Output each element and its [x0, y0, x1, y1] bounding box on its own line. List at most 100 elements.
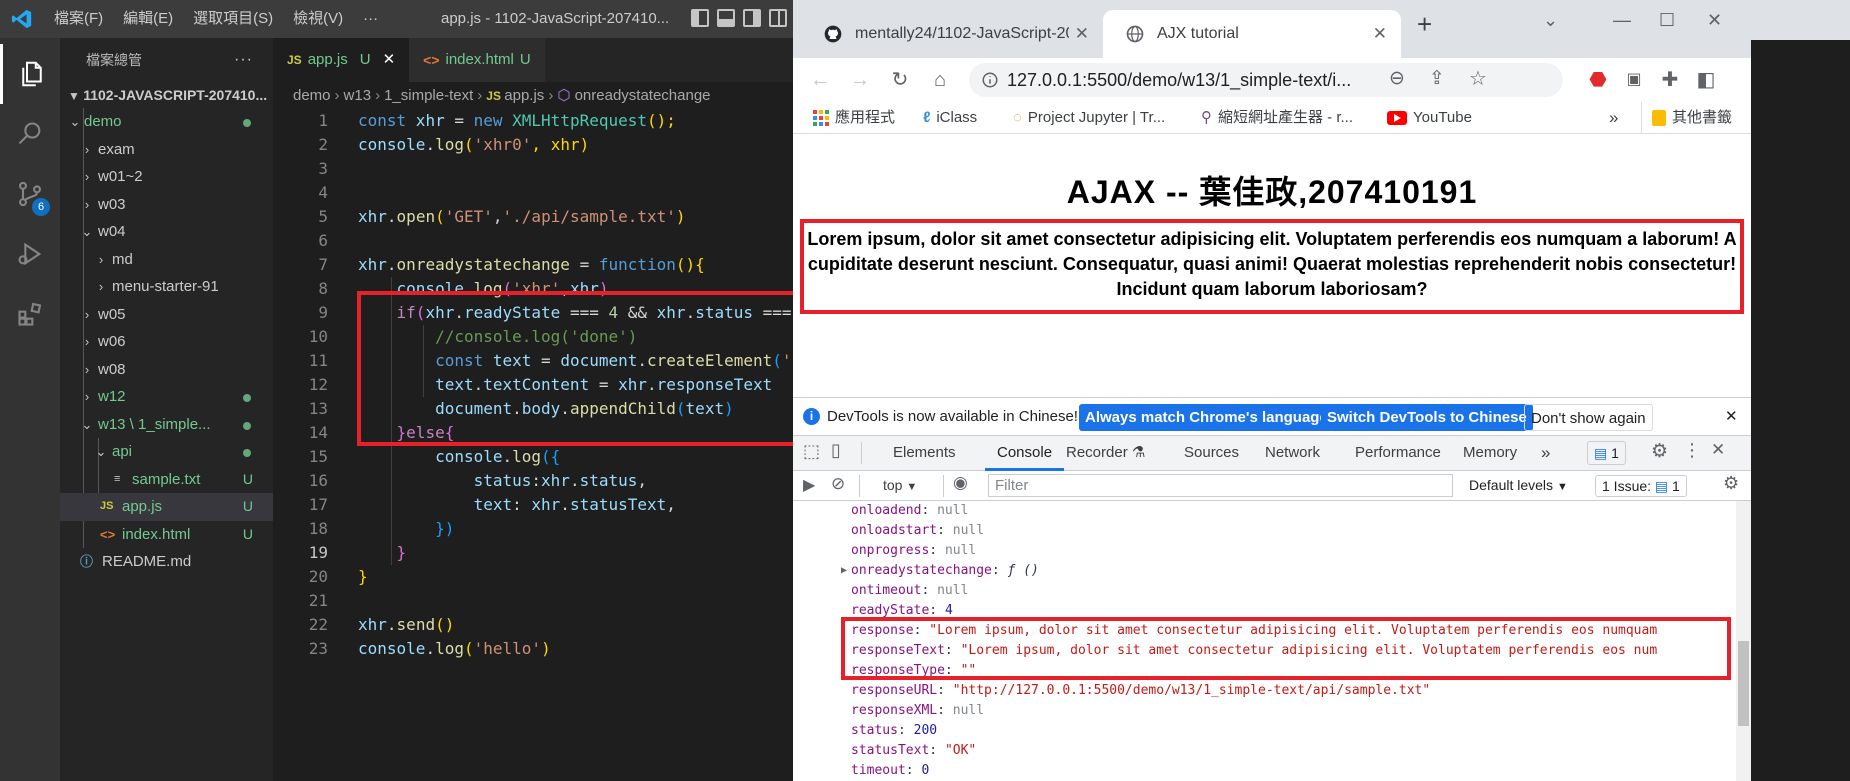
devtools-tab-console[interactable]: Console — [985, 436, 1065, 471]
bookmark-jupyter[interactable]: ◌ Project Jupyter | Tr... — [1013, 102, 1165, 134]
code-line[interactable]: 5 xhr.open('GET','./api/sample.txt') — [273, 205, 793, 229]
console-property-row[interactable]: timeout: 0 — [851, 761, 929, 781]
search-icon[interactable] — [0, 104, 60, 164]
menu-more[interactable]: ··· — [353, 0, 388, 38]
switch-to-chinese-button[interactable]: Switch DevTools to Chinese — [1321, 404, 1533, 431]
device-toolbar-icon[interactable]: ▯ — [831, 440, 841, 461]
bookmark-star-icon[interactable]: ☆ — [1469, 66, 1487, 91]
tree-file-app-js[interactable]: JS app.js U — [60, 493, 273, 521]
console-property-row[interactable]: onloadend: null — [851, 501, 968, 521]
expand-triangle-icon[interactable]: ▶ — [841, 561, 847, 581]
code-line[interactable]: 3 — [273, 157, 793, 181]
console-property-row[interactable]: onloadstart: null — [851, 521, 984, 541]
code-line[interactable]: 7 xhr.onreadystatechange = function(){ — [273, 253, 793, 277]
tab-app-js[interactable]: JS app.js U ✕ — [273, 38, 410, 82]
kebab-menu-icon[interactable]: ⋮ — [1683, 440, 1701, 461]
bookmark-url-shortener[interactable]: ⚲ 縮短網址產生器 - r... — [1201, 102, 1353, 134]
sidebar-toggle-icon[interactable]: ▶ — [803, 475, 815, 495]
dont-show-again-button[interactable]: Don't show again — [1524, 404, 1653, 431]
code-line[interactable]: 6 — [273, 229, 793, 253]
tree-file-index-html[interactable]: <> index.html U — [60, 521, 273, 549]
explorer-icon[interactable] — [0, 44, 60, 104]
devtools-tab-memory[interactable]: Memory — [1463, 436, 1517, 470]
console-property-row[interactable]: onprogress: null — [851, 541, 976, 561]
customize-layout-icon[interactable] — [769, 9, 787, 27]
tree-folder-w12[interactable]: › w12 — [60, 383, 273, 411]
console-property-row[interactable]: status: 200 — [851, 721, 937, 741]
close-devtools-icon[interactable]: ✕ — [1711, 440, 1725, 460]
console-filter-input[interactable]: Filter — [988, 474, 1453, 497]
inspect-element-icon[interactable]: ⬚ — [803, 441, 820, 462]
bookmark-apps[interactable]: 應用程式 — [813, 102, 895, 134]
tree-file-readme[interactable]: ⓘ README.md — [60, 548, 273, 576]
devtools-tab-performance[interactable]: Performance — [1355, 436, 1441, 470]
code-line[interactable]: 21 — [273, 589, 793, 613]
workspace-root[interactable]: ▼ 1102-JAVASCRIPT-207410... — [60, 82, 273, 108]
console-property-row[interactable]: ontimeout: null — [851, 581, 968, 601]
breadcrumb-item[interactable]: w13 — [344, 87, 372, 104]
menu-view[interactable]: 檢視(V) — [283, 0, 353, 38]
extensions-puzzle-icon[interactable]: ✚ — [1655, 58, 1685, 102]
toggle-secondary-sidebar-icon[interactable] — [743, 9, 761, 27]
code-line[interactable]: 20} — [273, 565, 793, 589]
run-debug-icon[interactable] — [0, 224, 60, 284]
tree-folder-demo[interactable]: ⌄ demo — [60, 108, 273, 136]
bookmark-youtube[interactable]: YouTube — [1387, 102, 1472, 134]
tree-folder-menu-starter[interactable]: › menu-starter-91 — [60, 273, 273, 301]
devtools-tab-network[interactable]: Network — [1265, 436, 1320, 470]
zoom-icon[interactable]: ⊖ — [1389, 67, 1405, 90]
share-icon[interactable]: ⇪ — [1429, 67, 1445, 90]
code-line[interactable]: 15 console.log({ — [273, 445, 793, 469]
extensions-icon[interactable] — [0, 284, 60, 344]
code-line[interactable]: 2 console.log('xhr0', xhr) — [273, 133, 793, 157]
tab-ajx-tutorial[interactable]: AJX tutorial ✕ — [1103, 10, 1401, 58]
bookmarks-overflow[interactable]: » — [1609, 102, 1618, 134]
code-line[interactable]: 23 console.log('hello') — [273, 637, 793, 661]
tab-index-html[interactable]: <> index.html U — [409, 38, 545, 82]
breadcrumb-item[interactable]: 1_simple-text — [384, 87, 473, 104]
info-icon[interactable] — [981, 71, 999, 89]
toggle-sidebar-icon[interactable] — [691, 9, 709, 27]
home-icon[interactable]: ⌂ — [925, 58, 955, 102]
close-icon[interactable]: ✕ — [383, 38, 396, 82]
code-line[interactable]: 1 const xhr = new XMLHttpRequest(); — [273, 109, 793, 133]
window-close-icon[interactable]: ✕ — [1707, 0, 1722, 40]
toggle-panel-icon[interactable] — [717, 9, 735, 27]
console-output[interactable]: timeout: 0 statusText: "OK" status: 200 res… — [793, 501, 1751, 781]
code-line[interactable]: 19 } — [273, 541, 793, 565]
forward-icon[interactable]: → — [845, 58, 875, 102]
tab-search-icon[interactable]: ⌄ — [1543, 0, 1558, 40]
maximize-icon[interactable]: ☐ — [1659, 0, 1675, 40]
menu-file[interactable]: 檔案(F) — [44, 0, 113, 38]
menu-selection[interactable]: 選取項目(S) — [183, 0, 283, 38]
scrollbar-thumb[interactable] — [1738, 641, 1749, 726]
extension-icon[interactable]: ▣ — [1619, 58, 1649, 102]
eye-icon[interactable]: ◉ — [953, 473, 968, 493]
tab-github[interactable]: mentally24/1102-JavaScript-20 ✕ — [801, 10, 1103, 58]
tree-folder-w03[interactable]: › w03 — [60, 191, 273, 219]
devtools-tab-recorder[interactable]: Recorder ⚗ — [1066, 436, 1145, 470]
tree-folder-w04[interactable]: ⌄ w04 — [60, 218, 273, 246]
new-tab-button[interactable]: + — [1417, 4, 1432, 44]
devtools-tabs-overflow[interactable]: » — [1541, 436, 1550, 470]
code-line[interactable]: 18 }) — [273, 517, 793, 541]
console-property-row[interactable]: ▶ onreadystatechange: ƒ () — [841, 561, 1039, 581]
context-selector[interactable]: top ▼ — [883, 471, 917, 502]
code-line[interactable]: 17 text: xhr.statusText, — [273, 493, 793, 517]
console-property-row[interactable]: responseURL: "http://127.0.0.1:5500/demo… — [851, 681, 1430, 701]
devtools-tab-elements[interactable]: Elements — [893, 436, 956, 470]
console-settings-gear-icon[interactable]: ⚙ — [1723, 473, 1739, 494]
close-icon[interactable]: ✕ — [1725, 398, 1738, 436]
bookmark-iclass[interactable]: ℓ iClass — [923, 102, 977, 134]
source-control-icon[interactable]: 6 — [0, 164, 60, 224]
explorer-more-icon[interactable]: ··· — [234, 38, 253, 82]
tree-folder-w08[interactable]: › w08 — [60, 356, 273, 384]
settings-gear-icon[interactable]: ⚙ — [1651, 440, 1668, 463]
side-panel-icon[interactable]: ◧ — [1691, 58, 1721, 102]
devtools-tab-sources[interactable]: Sources — [1184, 436, 1239, 470]
breadcrumb-item[interactable]: onreadystatechange — [575, 87, 711, 104]
tree-folder-w01-2[interactable]: › w01~2 — [60, 163, 273, 191]
log-levels-dropdown[interactable]: Default levels ▼ — [1469, 471, 1568, 502]
code-line[interactable]: 22 xhr.send() — [273, 613, 793, 637]
tree-file-sample-txt[interactable]: ≡ sample.txt U — [60, 466, 273, 494]
